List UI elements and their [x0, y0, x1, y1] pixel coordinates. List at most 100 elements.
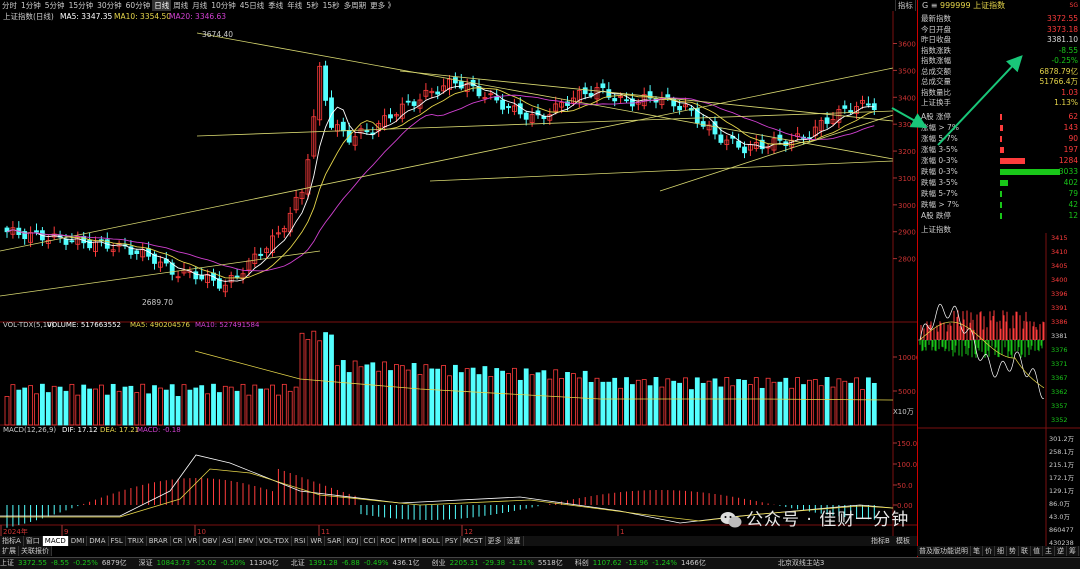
indicator-tab-10[interactable]: OBV	[200, 536, 221, 546]
panel-tab-0[interactable]: 普及版功能说明	[917, 546, 971, 556]
indicator-tab-20[interactable]: MTM	[399, 536, 420, 546]
panel-tab-2[interactable]: 价	[983, 546, 995, 556]
period-tab-2[interactable]: 5分钟	[43, 0, 67, 11]
up-arrow	[937, 55, 1023, 146]
period-tab-13[interactable]: 5秒	[304, 0, 320, 11]
volume-bar	[40, 383, 45, 426]
volume-bar	[606, 381, 612, 426]
intraday-mini-chart[interactable]: 3415 3410 3405 3400 3396 3391 3386 3381 3376 3371…	[918, 233, 1080, 546]
indicator-tab-7[interactable]: BRAR	[147, 536, 171, 546]
candle-body	[193, 271, 199, 280]
candle-body	[34, 230, 39, 233]
period-tab-9[interactable]: 10分钟	[209, 0, 238, 11]
mini-vol-tick: 86.0万	[1049, 500, 1070, 508]
mini-price-tick: 3415	[1051, 234, 1068, 242]
indicator-tab-5[interactable]: FSL	[109, 536, 126, 546]
mini-price-tick: 3400	[1051, 276, 1068, 284]
macd-dea: DEA: 17.21	[100, 426, 139, 434]
panel-tab-6[interactable]: 值	[1031, 546, 1043, 556]
mini-vol-tick: 860477	[1049, 526, 1074, 534]
period-tab-3[interactable]: 15分钟	[67, 0, 96, 11]
period-tab-11[interactable]: 季线	[266, 0, 285, 11]
kline-chart[interactable]: 3600350034003300320031003000290028001000…	[0, 11, 917, 536]
indicator-tab-11[interactable]: ASI	[220, 536, 237, 546]
panel-tab-5[interactable]: 联	[1019, 546, 1031, 556]
breadth-value: 79	[1068, 189, 1078, 198]
volume-bar	[647, 385, 653, 426]
breadth-row: 跌幅 5-7% 79	[918, 189, 1080, 199]
candle-body	[234, 275, 240, 278]
indicator-tab-25[interactable]: 设置	[505, 536, 524, 546]
period-tab-14[interactable]: 15秒	[321, 0, 342, 11]
indicator-tab-16[interactable]: SAR	[325, 536, 345, 546]
indicator-b-tab[interactable]: 指标B	[871, 536, 890, 546]
indicator-tab-24[interactable]: 更多	[486, 536, 505, 546]
period-tab-7[interactable]: 周线	[171, 0, 190, 11]
indicator-tab-0[interactable]: 指标A	[0, 536, 24, 546]
macd-tick-label: 150.0	[897, 440, 917, 448]
wechat-icon	[720, 512, 742, 528]
quote-header: G ≡ 999999 上证指数 SG	[922, 1, 1078, 10]
vol-value: VOLUME: 517663552	[47, 321, 121, 329]
template-tab[interactable]: 模板	[896, 536, 910, 546]
volume-bar	[163, 389, 169, 426]
indicator-tab-22[interactable]: PSY	[443, 536, 461, 546]
indicator-tab-21[interactable]: BOLL	[420, 536, 443, 546]
indicator-tab-2[interactable]: MACD	[42, 536, 69, 546]
indicator-tab-12[interactable]: EMV	[236, 536, 257, 546]
index-code: 999999	[940, 1, 971, 10]
indicator-tab-9[interactable]: VR	[186, 536, 201, 546]
volume-bar	[494, 368, 500, 426]
period-tab-10[interactable]: 45日线	[238, 0, 267, 11]
vol-ma10: MA10: 527491584	[195, 321, 260, 329]
server-label: 北京双线主站3	[777, 559, 825, 567]
tool-button-0[interactable]: 指标	[894, 0, 915, 11]
breadth-value: 197	[1063, 145, 1078, 154]
indicator-tab-1[interactable]: 窗口	[24, 536, 43, 546]
breadth-value: 12	[1068, 211, 1078, 220]
period-tab-8[interactable]: 月线	[190, 0, 209, 11]
panel-tab-8[interactable]: 逆	[1055, 546, 1067, 556]
volume-bar	[216, 392, 222, 426]
indicator-tab-18[interactable]: CCI	[361, 536, 379, 546]
candle-body	[866, 103, 871, 106]
panel-tab-1[interactable]: 笔	[971, 546, 983, 556]
period-tab-16[interactable]: 更多 》	[368, 0, 397, 11]
candle-body	[388, 114, 393, 119]
ext-tab-0[interactable]: 扩展	[0, 546, 19, 556]
candle-body	[134, 250, 140, 255]
indicator-tab-15[interactable]: WR	[308, 536, 326, 546]
candle-body	[364, 130, 370, 133]
volume-bar	[187, 389, 193, 426]
indicator-tab-3[interactable]: DMI	[69, 536, 88, 546]
volume-bar	[612, 377, 618, 426]
period-tab-5[interactable]: 60分钟	[124, 0, 153, 11]
indicator-tab-17[interactable]: KDJ	[344, 536, 362, 546]
panel-tab-9[interactable]: 筹	[1067, 546, 1079, 556]
indicator-b-label[interactable]: 指标B	[871, 537, 890, 545]
status-price: 2205.31	[449, 559, 479, 567]
volume-bar	[848, 382, 854, 426]
volume-bar	[630, 384, 635, 426]
indicator-tab-19[interactable]: ROC	[378, 536, 399, 546]
indicator-tab-8[interactable]: CR	[171, 536, 186, 546]
period-tab-1[interactable]: 1分钟	[19, 0, 43, 11]
panel-tab-7[interactable]: 主	[1043, 546, 1055, 556]
volume-bar	[411, 363, 417, 426]
ext-tab-1[interactable]: 关联报价	[19, 546, 52, 556]
template-label[interactable]: 模板	[896, 537, 910, 545]
indicator-tab-23[interactable]: MCST	[461, 536, 486, 546]
indicator-tab-13[interactable]: VOL-TDX	[257, 536, 292, 546]
period-tab-6[interactable]: 日线	[152, 0, 172, 11]
period-tab-12[interactable]: 年线	[285, 0, 304, 11]
mini-price-tick: 3357	[1051, 402, 1068, 410]
indicator-tab-14[interactable]: RSI	[292, 536, 309, 546]
panel-tab-3[interactable]: 细	[995, 546, 1007, 556]
panel-tab-4[interactable]: 势	[1007, 546, 1019, 556]
indicator-tab-6[interactable]: TRIX	[126, 536, 147, 546]
indicator-tab-4[interactable]: DMA	[87, 536, 109, 546]
volume-bar	[452, 364, 458, 426]
period-tab-4[interactable]: 30分钟	[95, 0, 124, 11]
period-tab-0[interactable]: 分时	[0, 0, 19, 11]
period-tab-15[interactable]: 多周期	[342, 0, 369, 11]
